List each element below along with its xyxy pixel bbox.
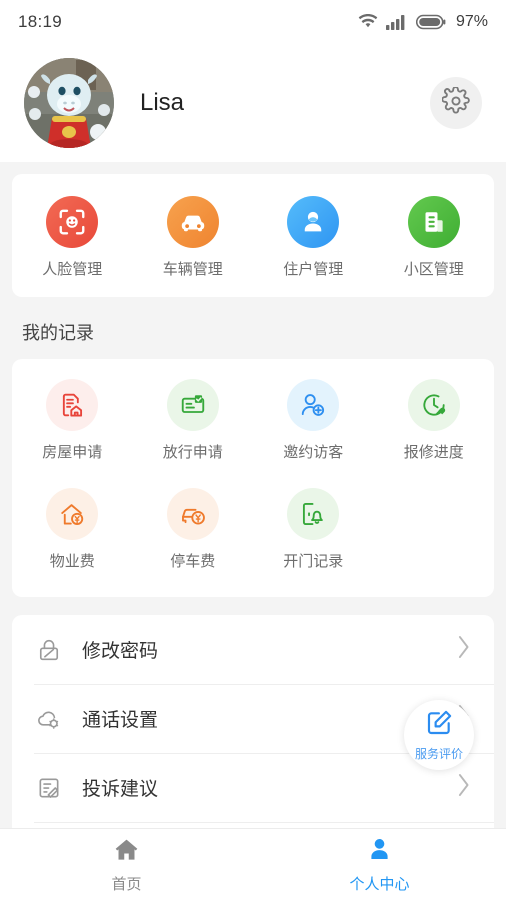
edit-square-icon bbox=[425, 708, 454, 742]
form-edit-icon bbox=[34, 773, 64, 803]
quick-action-face-management[interactable]: 人脸管理 bbox=[12, 196, 133, 279]
record-label: 报修进度 bbox=[403, 444, 464, 461]
service-evaluation-fab[interactable]: 服务评价 bbox=[404, 700, 474, 770]
avatar[interactable] bbox=[24, 58, 114, 148]
record-parking-fee[interactable]: 停车费 bbox=[133, 488, 254, 571]
settings-item-label: 通话设置 bbox=[82, 710, 159, 731]
quick-action-community-management[interactable]: 小区管理 bbox=[374, 196, 495, 279]
quick-action-vehicle-management[interactable]: 车辆管理 bbox=[133, 196, 254, 279]
record-label: 邀约访客 bbox=[283, 444, 344, 461]
quick-action-label: 小区管理 bbox=[403, 261, 464, 278]
quick-action-label: 住户管理 bbox=[283, 261, 344, 278]
record-label: 放行申请 bbox=[162, 444, 223, 461]
record-label: 开门记录 bbox=[283, 553, 344, 570]
records-card: 房屋申请 放行申请 邀约访客 报修进度 物业费 停车费 开门记录 bbox=[12, 359, 494, 597]
record-property-fee[interactable]: 物业费 bbox=[12, 488, 133, 571]
cloud-gear-icon bbox=[34, 704, 64, 734]
status-indicators: 97% bbox=[358, 13, 488, 31]
signal-bars-icon bbox=[385, 14, 408, 30]
record-house-application[interactable]: 房屋申请 bbox=[12, 379, 133, 462]
settings-item-change-password[interactable]: 修改密码 bbox=[12, 615, 494, 684]
house-application-icon bbox=[46, 379, 99, 431]
repair-progress-icon bbox=[407, 379, 460, 431]
fab-label: 服务评价 bbox=[414, 747, 463, 761]
face-scan-icon bbox=[46, 196, 99, 248]
quick-action-resident-management[interactable]: 住户管理 bbox=[253, 196, 374, 279]
record-cell-empty bbox=[374, 488, 495, 571]
parking-fee-icon bbox=[166, 488, 219, 540]
battery-percent: 97% bbox=[455, 13, 488, 30]
record-invite-visitor[interactable]: 邀约访客 bbox=[253, 379, 374, 462]
tab-personal-center[interactable]: 个人中心 bbox=[253, 829, 506, 900]
records-row: 物业费 停车费 开门记录 bbox=[12, 488, 494, 575]
community-document-icon bbox=[407, 196, 460, 248]
status-bar: 18:19 97% bbox=[0, 0, 506, 44]
person-icon bbox=[366, 836, 393, 868]
quick-action-label: 车辆管理 bbox=[162, 261, 223, 278]
battery-icon bbox=[415, 14, 446, 30]
wifi-icon bbox=[358, 14, 378, 30]
profile-name: Lisa bbox=[140, 89, 185, 116]
bottom-tab-bar: 首页 个人中心 bbox=[0, 828, 506, 900]
settings-item-label: 修改密码 bbox=[82, 641, 159, 662]
record-label: 物业费 bbox=[49, 553, 95, 570]
invite-visitor-icon bbox=[287, 379, 340, 431]
record-repair-progress[interactable]: 报修进度 bbox=[374, 379, 495, 462]
car-icon bbox=[166, 196, 219, 248]
tab-label: 首页 bbox=[111, 875, 142, 893]
record-label: 停车费 bbox=[170, 553, 216, 570]
records-section-title: 我的记录 bbox=[22, 323, 94, 343]
quick-actions-card: 人脸管理 车辆管理 住户管理 小区管理 bbox=[12, 174, 494, 297]
tab-label: 个人中心 bbox=[349, 875, 410, 893]
chevron-right-icon bbox=[456, 772, 472, 803]
resident-person-icon bbox=[287, 196, 340, 248]
door-open-record-icon bbox=[287, 488, 340, 540]
quick-action-label: 人脸管理 bbox=[42, 261, 103, 278]
home-icon bbox=[113, 836, 140, 868]
status-time: 18:19 bbox=[18, 12, 63, 31]
record-door-open-log[interactable]: 开门记录 bbox=[253, 488, 374, 571]
quick-actions-grid: 人脸管理 车辆管理 住户管理 小区管理 bbox=[12, 196, 494, 279]
records-row: 房屋申请 放行申请 邀约访客 报修进度 bbox=[12, 379, 494, 466]
chevron-right-icon bbox=[456, 634, 472, 665]
record-label: 房屋申请 bbox=[42, 444, 103, 461]
settings-button[interactable] bbox=[430, 77, 482, 129]
lock-edit-icon bbox=[34, 635, 64, 665]
app-screen: 18:19 97% Lisa 人脸管理 车辆管理 住户管理 小区管理 我的记录 … bbox=[0, 0, 506, 900]
gear-icon bbox=[441, 85, 470, 120]
record-release-application[interactable]: 放行申请 bbox=[133, 379, 254, 462]
profile-header[interactable]: Lisa bbox=[0, 44, 506, 162]
settings-item-label: 投诉建议 bbox=[82, 779, 159, 800]
property-fee-icon bbox=[46, 488, 99, 540]
release-pass-icon bbox=[166, 379, 219, 431]
tab-home[interactable]: 首页 bbox=[0, 829, 253, 900]
